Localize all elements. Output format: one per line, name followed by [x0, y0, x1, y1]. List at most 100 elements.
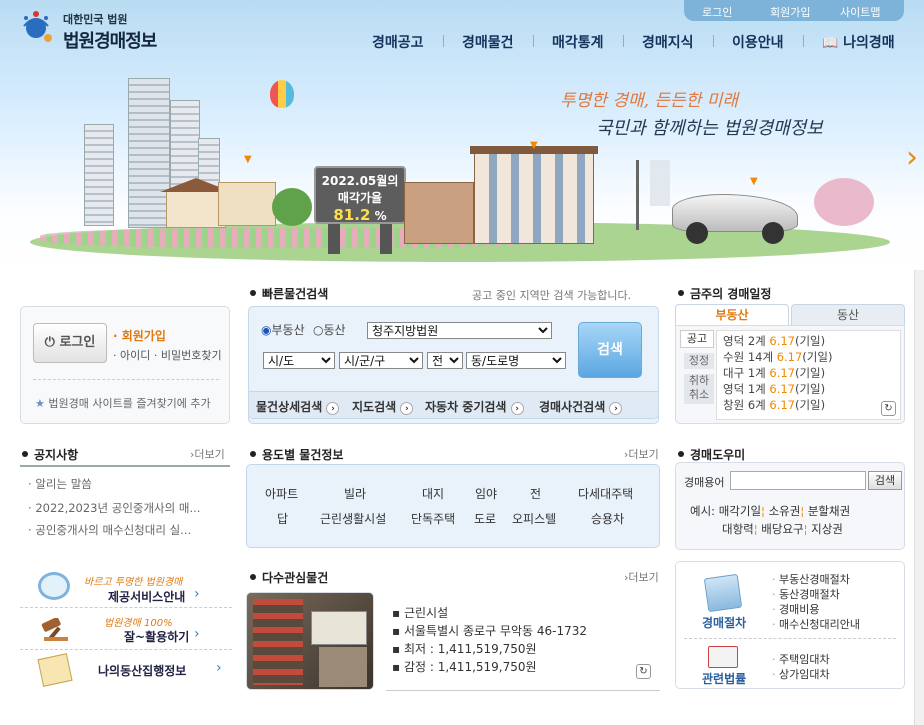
usage-item[interactable]: 빌라	[344, 485, 366, 502]
usage-item[interactable]: 도로	[474, 510, 496, 527]
usage-more-label: 더보기	[628, 448, 659, 461]
next-arrow-icon[interactable]: ›	[906, 138, 924, 178]
util-join-link[interactable]: 회원가입	[770, 4, 810, 20]
usage-item[interactable]: 전	[530, 485, 541, 502]
court-select[interactable]: 청주지방법원	[367, 322, 552, 339]
login-button[interactable]: ⏻ 로그인	[33, 323, 107, 363]
refresh-icon[interactable]: ↻	[636, 664, 651, 679]
lamp-post	[636, 160, 639, 230]
term-search-button[interactable]: 검색	[868, 471, 902, 490]
term-link[interactable]: 대항력	[722, 522, 754, 536]
gnb-item-my-auction[interactable]: 📖 나의경매	[822, 32, 895, 52]
usage-item[interactable]: 아파트	[265, 485, 298, 502]
bullet: ·	[772, 668, 776, 681]
case-search-link[interactable]: 경매사건검색 ›	[539, 398, 623, 415]
term-link[interactable]: 소유권	[769, 504, 801, 518]
gnb-divider	[803, 35, 804, 47]
term-examples: 예시: 매각기일¦ 소유권¦ 분할채권	[690, 503, 850, 519]
procedure-title[interactable]: 경매절차	[702, 614, 746, 631]
schedule-tab-notice[interactable]: 공고	[680, 330, 714, 348]
radio-real-estate[interactable]: ◉부동산	[261, 321, 305, 338]
tree	[814, 178, 874, 226]
usage-item[interactable]: 단독주택	[411, 510, 455, 527]
term-link[interactable]: 매각기일	[719, 504, 761, 518]
sigungu-select[interactable]: 시/군/구	[339, 352, 423, 369]
schedule-row[interactable]: 영덕 1계 6.17(기일)	[723, 381, 900, 397]
gnb-item-items[interactable]: 경매물건	[462, 32, 514, 52]
search-button[interactable]: 검색	[578, 322, 642, 378]
schedule-row[interactable]: 창원 6계 6.17(기일)	[723, 397, 900, 413]
favorite-link[interactable]: ★ 법원경매 사이트를 즐겨찾기에 추가	[35, 395, 225, 411]
service-banner[interactable]: 법원경매 100% 잘~활용하기 ›	[20, 610, 232, 650]
usage-item[interactable]: 임야	[475, 485, 497, 502]
gnb-divider	[443, 35, 444, 47]
usage-item[interactable]: 승용차	[591, 510, 624, 527]
radio-movable[interactable]: ○동산	[313, 321, 346, 338]
refresh-icon[interactable]: ↻	[881, 401, 896, 416]
service-banner[interactable]: 바르고 투명한 법원경매 제공서비스안내 ›	[20, 568, 232, 608]
book-icon: 📖	[822, 36, 839, 51]
usage-more-link[interactable]: ›더보기	[624, 446, 659, 462]
logo-site[interactable]: 법원경매정보	[63, 27, 157, 53]
interest-item[interactable]: ▪ 근린시설	[392, 604, 587, 622]
schedule-tab-cancel[interactable]: 취하 취소	[684, 374, 714, 404]
gnb-item-stats[interactable]: 매각통계	[552, 32, 604, 52]
billboard: 2022.05월의 매각가율 81.2 %	[314, 166, 406, 224]
term-input[interactable]	[730, 471, 866, 490]
usage-item[interactable]: 다세대주택	[578, 485, 633, 502]
procedure-link[interactable]: · 동산경매절차	[772, 587, 860, 602]
road-select[interactable]: 동/도로명	[466, 352, 566, 369]
gnb-item-guide[interactable]: 이용안내	[732, 32, 784, 52]
interest-more-link[interactable]: ›더보기	[624, 569, 659, 585]
schedule-panel: 공고 정정 취하 취소 영덕 2계 6.17(기일) 수원 14계 6.17(기…	[675, 325, 905, 424]
join-link[interactable]: · 회원가입	[113, 327, 166, 344]
balloon-icon	[270, 80, 294, 108]
interest-photo[interactable]	[246, 592, 374, 690]
usage-item[interactable]: 근린생활시설	[320, 510, 386, 527]
notice-item[interactable]: · 알리는 말씀	[28, 476, 228, 492]
law-title[interactable]: 관련법률	[702, 670, 746, 687]
term-link[interactable]: 배당요구	[761, 522, 803, 536]
billboard-value-row: 81.2 %	[316, 206, 404, 224]
schedule-tab-correct[interactable]: 정정	[684, 353, 714, 369]
term-link[interactable]: 분할채권	[808, 504, 850, 518]
law-link[interactable]: · 상가임대차	[772, 667, 830, 682]
sido-select[interactable]: 시/도	[263, 352, 335, 369]
court-logo-icon[interactable]	[16, 8, 56, 48]
schedule-row[interactable]: 수원 14계 6.17(기일)	[723, 349, 900, 365]
procedure-link[interactable]: · 매수신청대리안내	[772, 617, 860, 632]
vehicle-search-link[interactable]: 자동차 중기검색 ›	[425, 398, 524, 415]
usage-item[interactable]: 대지	[422, 485, 444, 502]
map-search-link[interactable]: 지도검색 ›	[352, 398, 414, 415]
detail-search-link[interactable]: 물건상세검색 ›	[256, 398, 340, 415]
separator: ¦	[753, 522, 758, 536]
type-select[interactable]: 전	[427, 352, 463, 369]
service-banner[interactable]: 나의동산집행정보 ›	[20, 652, 232, 690]
find-id-pw-link[interactable]: · 아이디 · 비밀번호찾기	[113, 347, 222, 363]
bullet: ▪	[392, 606, 401, 620]
law-link[interactable]: · 주택임대차	[772, 652, 830, 667]
procedure-link-label: 동산경매절차	[779, 588, 840, 601]
usage-item[interactable]: 답	[277, 510, 288, 527]
schedule-row[interactable]: 영덕 2계 6.17(기일)	[723, 333, 900, 349]
gnb-item-knowledge[interactable]: 경매지식	[642, 32, 694, 52]
schedule-row[interactable]: 대구 1계 6.17(기일)	[723, 365, 900, 381]
usage-panel: 아파트 빌라 대지 임야 전 다세대주택 답 근린생활시설 단독주택 도로 오피…	[246, 464, 660, 548]
tab-real-estate[interactable]: 부동산	[675, 304, 789, 326]
util-login-link[interactable]: 로그인	[702, 4, 732, 20]
util-sitemap-link[interactable]: 사이트맵	[840, 4, 880, 20]
interest-title: 다수관심물건	[250, 569, 328, 586]
quick-search-note: 공고 중인 지역만 검색 가능합니다.	[472, 289, 632, 302]
notice-more-link[interactable]: ›더보기	[190, 446, 225, 462]
tab-movable[interactable]: 동산	[791, 304, 905, 326]
procedure-link[interactable]: · 경매비용	[772, 602, 860, 617]
procedure-link[interactable]: · 부동산경매절차	[772, 572, 860, 587]
term-link[interactable]: 지상권	[811, 522, 843, 536]
scrollbar[interactable]	[914, 270, 924, 725]
quick-search-title: 빠른물건검색	[250, 285, 328, 302]
quick-links-bar: 물건상세검색 › 지도검색 › 자동차 중기검색 › 경매사건검색 ›	[248, 391, 659, 419]
usage-item[interactable]: 오피스텔	[512, 510, 556, 527]
notice-item[interactable]: · 공인중개사의 매수신청대리 실...	[28, 522, 228, 538]
notice-item[interactable]: · 2022,2023년 공인중개사의 매...	[28, 500, 228, 516]
gnb-item-notice[interactable]: 경매공고	[372, 32, 424, 52]
